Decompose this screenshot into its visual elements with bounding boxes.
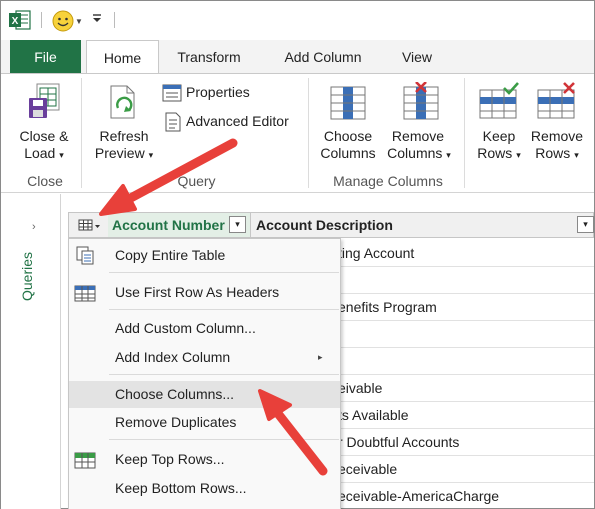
menu-item-add-index-column[interactable]: Add Index Column ▸	[69, 344, 340, 371]
properties-label: Properties	[186, 84, 250, 100]
table-cell: ting Account	[338, 245, 415, 261]
table-menu-button[interactable]	[73, 215, 107, 235]
group-divider	[464, 78, 465, 188]
advanced-editor-button[interactable]: Advanced Editor	[162, 111, 307, 133]
table-context-menu: Copy Entire Table Use First Row As Heade…	[68, 238, 341, 509]
qat-separator	[114, 12, 115, 28]
table-cell: enefits Program	[338, 299, 437, 315]
menu-divider	[109, 272, 339, 273]
properties-button[interactable]: Properties	[162, 82, 302, 104]
chevron-down-icon[interactable]: ▼	[75, 17, 83, 26]
group-label-close: Close	[27, 173, 63, 189]
menu-item-keep-bottom-rows[interactable]: Keep Bottom Rows...	[69, 475, 340, 502]
group-divider	[308, 78, 309, 188]
column-header-account-description[interactable]: Account Description	[256, 217, 393, 233]
keep-rows-icon	[74, 450, 96, 470]
table-cell: eivable	[338, 380, 383, 396]
title-bar	[1, 1, 594, 39]
advanced-editor-icon	[164, 112, 182, 135]
submenu-arrow-icon: ▸	[318, 352, 323, 362]
qat-separator	[41, 12, 42, 28]
menu-item-label: Add Custom Column...	[115, 320, 256, 336]
column-filter-dropdown[interactable]: ▾	[229, 216, 246, 233]
group-divider	[81, 78, 82, 188]
table-cell: eceivable-AmericaCharge	[338, 488, 500, 504]
keep-rows-icon	[479, 82, 519, 123]
excel-logo-icon[interactable]: X	[9, 10, 31, 30]
menu-item-label: Keep Bottom Rows...	[115, 480, 247, 496]
properties-icon	[162, 84, 182, 105]
advanced-editor-label: Advanced Editor	[186, 113, 289, 129]
refresh-icon	[107, 84, 141, 125]
menu-divider	[109, 439, 339, 440]
menu-item-label: Remove Duplicates	[115, 414, 237, 430]
refresh-label: Refresh	[99, 128, 149, 144]
copy-table-icon	[74, 246, 96, 266]
remove-columns-button[interactable]: Remove Columns ▾	[383, 76, 459, 166]
menu-item-label: Use First Row As Headers	[115, 284, 280, 300]
menu-item-remove-duplicates[interactable]: Remove Duplicates	[69, 409, 340, 436]
customize-qat-icon[interactable]	[91, 11, 103, 25]
close-load-label-2: Load ▾	[24, 145, 64, 161]
ribbon-tab-row: File Home Transform Add Column View	[1, 40, 594, 74]
close-load-button[interactable]: Close & Load ▾	[9, 76, 79, 166]
menu-item-label: Copy Entire Table	[115, 247, 226, 263]
choose-columns-icon	[330, 86, 366, 123]
smiley-icon[interactable]	[52, 10, 74, 32]
close-load-icon	[27, 82, 61, 125]
close-load-label: Close &	[19, 128, 69, 144]
menu-item-label: Choose Columns...	[115, 386, 235, 402]
menu-item-choose-columns[interactable]: Choose Columns...	[69, 381, 340, 408]
menu-item-label: Add Index Column	[115, 349, 231, 365]
remove-columns-label-2: Columns ▾	[387, 145, 451, 161]
svg-text:X: X	[12, 16, 19, 27]
tab-add-column[interactable]: Add Column	[271, 40, 375, 73]
menu-item-label: Keep Top Rows...	[115, 451, 225, 467]
keep-rows-button[interactable]: Keep Rows ▾	[471, 76, 527, 166]
menu-item-use-first-row-as-headers[interactable]: Use First Row As Headers	[69, 279, 340, 306]
ribbon: Close & Load ▾ Close Refresh Preview ▾ P…	[1, 73, 594, 193]
column-header-label: Account Number	[112, 217, 225, 233]
table-cell: ts Available	[338, 407, 409, 423]
queries-pane-label[interactable]: Queries	[19, 252, 35, 301]
remove-rows-label: Remove	[530, 128, 584, 144]
menu-item-copy-entire-table[interactable]: Copy Entire Table	[69, 242, 340, 269]
headers-icon	[74, 283, 96, 303]
column-filter-dropdown[interactable]: ▾	[577, 216, 594, 233]
group-label-manage-columns: Manage Columns	[333, 173, 443, 189]
remove-rows-label-2: Rows ▾	[535, 145, 579, 161]
group-label-query: Query	[177, 173, 216, 189]
menu-item-add-custom-column[interactable]: Add Custom Column...	[69, 315, 340, 342]
menu-divider	[109, 309, 339, 310]
choose-columns-label-2: Columns	[320, 145, 376, 161]
refresh-preview-button[interactable]: Refresh Preview ▾	[89, 76, 159, 166]
queries-pane	[1, 194, 61, 509]
expand-queries-icon[interactable]: ›	[32, 221, 36, 233]
choose-columns-label: Choose	[323, 128, 373, 144]
menu-divider	[109, 374, 339, 375]
remove-rows-button[interactable]: Remove Rows ▾	[529, 76, 591, 166]
tab-transform[interactable]: Transform	[164, 40, 254, 73]
keep-rows-label-2: Rows ▾	[477, 145, 521, 161]
menu-item-keep-top-rows[interactable]: Keep Top Rows...	[69, 446, 340, 473]
table-cell: r Doubtful Accounts	[338, 434, 460, 450]
tab-view[interactable]: View	[391, 40, 443, 73]
table-cell: eceivable	[338, 461, 398, 477]
choose-columns-button[interactable]: Choose Columns	[315, 76, 381, 166]
remove-columns-label: Remove	[391, 128, 445, 144]
remove-rows-icon	[537, 82, 577, 123]
tab-file[interactable]: File	[10, 40, 81, 73]
keep-rows-label: Keep	[482, 128, 516, 144]
tab-home[interactable]: Home	[86, 40, 159, 74]
remove-columns-icon	[403, 81, 439, 123]
refresh-label-2: Preview ▾	[94, 145, 154, 161]
